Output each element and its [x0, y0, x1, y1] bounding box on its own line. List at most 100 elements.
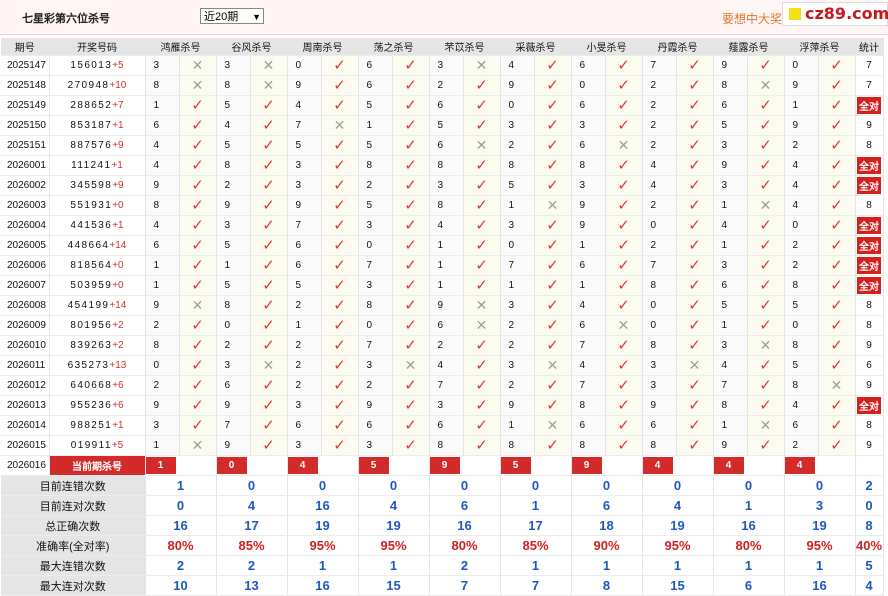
table-row: 2025150 853187+1 6 ✓ 4 ✓ 7 ✕ 1 ✓ 5 ✓ 3 ✓ 3 ✓ 2 ✓ 5 ✓ 9 ✓ 9 — [1, 115, 884, 136]
draw-numbers-cell: 288652+7 — [49, 95, 146, 116]
summary-value: 0 — [855, 495, 884, 516]
kill-result-cell: ✓ — [818, 235, 856, 256]
kill-number-cell: 4 — [145, 215, 180, 236]
check-icon: ✓ — [475, 336, 488, 354]
cross-icon: ✕ — [617, 317, 630, 333]
check-icon: ✓ — [617, 196, 630, 214]
kill-result-cell: ✓ — [250, 115, 288, 136]
summary-row: 最大连对次数 10 13 16 15 7 7 8 15 6 16 4 — [1, 575, 884, 596]
check-icon: ✓ — [617, 416, 630, 434]
kill-number-cell: 5 — [358, 135, 393, 156]
kill-number-cell: 9 — [713, 55, 748, 76]
check-icon: ✓ — [262, 156, 275, 174]
kill-result-cell: ✓ — [534, 315, 572, 336]
kill-result-cell: ✓ — [676, 375, 714, 396]
check-icon: ✓ — [830, 276, 843, 294]
promo-text[interactable]: 要想中大奖 — [722, 10, 782, 27]
kill-number-cell: 3 — [500, 115, 535, 136]
summary-value: 1 — [571, 555, 643, 576]
period-range-select[interactable]: 近20期 ▼ — [200, 8, 264, 24]
check-icon: ✓ — [191, 396, 204, 414]
kill-result-cell: ✓ — [747, 155, 785, 176]
draw-numbers-cell: 640668+6 — [49, 375, 146, 396]
kill-number-cell: 5 — [713, 295, 748, 316]
kill-result-cell: ✓ — [321, 335, 359, 356]
summary-value: 1 — [500, 555, 572, 576]
kill-number-cell: 8 — [429, 195, 464, 216]
kill-number-cell: 3 — [358, 215, 393, 236]
check-icon: ✓ — [404, 176, 417, 194]
kill-number-cell: 9 — [145, 175, 180, 196]
check-icon: ✓ — [546, 336, 559, 354]
site-logo[interactable]: cz89.com — [782, 2, 888, 26]
check-icon: ✓ — [475, 256, 488, 274]
check-icon: ✓ — [830, 356, 843, 374]
summary-value: 95% — [287, 535, 359, 556]
kill-number-cell: 6 — [784, 415, 819, 436]
summary-label: 目前连错次数 — [1, 475, 146, 496]
draw-numbers-cell: 454199+14 — [49, 295, 146, 316]
kill-number-cell: 5 — [287, 135, 322, 156]
column-header: 鸿雁杀号 — [145, 38, 217, 56]
current-kill-number: 9 — [571, 457, 602, 474]
cross-icon: ✕ — [759, 77, 772, 93]
check-icon: ✓ — [262, 296, 275, 314]
check-icon: ✓ — [759, 276, 772, 294]
check-icon: ✓ — [262, 176, 275, 194]
kill-result-cell: ✓ — [676, 315, 714, 336]
summary-value: 2 — [216, 555, 288, 576]
kill-result-cell: ✓ — [818, 115, 856, 136]
kill-result-cell: ✓ — [605, 195, 643, 216]
period-cell: 2025150 — [1, 115, 50, 136]
check-icon: ✓ — [546, 116, 559, 134]
kill-number-cell: 8 — [784, 335, 819, 356]
kill-number-cell: 3 — [500, 295, 535, 316]
kill-result-cell: ✕ — [534, 195, 572, 216]
all-correct-badge: 全对 — [857, 217, 881, 234]
draw-numbers-cell: 635273+13 — [49, 355, 146, 376]
row-stat-value: 7 — [866, 60, 872, 71]
kill-result-cell: ✓ — [179, 155, 217, 176]
draw-numbers-cell: 503959+0 — [49, 275, 146, 296]
kill-result-cell: ✓ — [250, 175, 288, 196]
kill-number-cell: 1 — [713, 235, 748, 256]
check-icon: ✓ — [688, 116, 701, 134]
table-row: 2026015 019911+5 1 ✕ 9 ✓ 3 ✓ 3 ✓ 8 ✓ 8 ✓ 8 ✓ 8 ✓ 9 ✓ 2 ✓ 9 — [1, 435, 884, 456]
check-icon: ✓ — [191, 136, 204, 154]
check-icon: ✓ — [688, 216, 701, 234]
kill-result-cell: ✕ — [747, 195, 785, 216]
current-kill-number: 4 — [642, 457, 673, 474]
check-icon: ✓ — [617, 356, 630, 374]
column-header: 开奖号码 — [49, 38, 146, 56]
kill-result-cell: ✓ — [605, 335, 643, 356]
kill-result-cell: ✓ — [747, 95, 785, 116]
kill-number-cell: 5 — [358, 95, 393, 116]
kill-number-cell: 3 — [429, 175, 464, 196]
table-row: 2026014 988251+1 3 ✓ 7 ✓ 6 ✓ 6 ✓ 6 ✓ 1 ✕ 6 ✓ 6 ✓ 1 ✕ 6 ✓ 8 — [1, 415, 884, 436]
kill-number-cell: 5 — [784, 295, 819, 316]
summary-value: 0 — [571, 475, 643, 496]
kill-number-cell: 3 — [145, 415, 180, 436]
check-icon: ✓ — [688, 136, 701, 154]
check-icon: ✓ — [546, 396, 559, 414]
current-kill-number: 5 — [358, 457, 389, 474]
kill-result-cell: ✓ — [321, 235, 359, 256]
check-icon: ✓ — [333, 196, 346, 214]
kill-number-cell: 0 — [145, 355, 180, 376]
kill-number-cell: 5 — [287, 275, 322, 296]
summary-value: 90% — [571, 535, 643, 556]
kill-result-cell: ✓ — [392, 235, 430, 256]
kill-result-cell: ✓ — [392, 55, 430, 76]
kill-result-cell: ✓ — [676, 155, 714, 176]
kill-number-cell: 1 — [713, 315, 748, 336]
check-icon: ✓ — [830, 196, 843, 214]
check-icon: ✓ — [617, 76, 630, 94]
kill-number-cell: 2 — [358, 375, 393, 396]
kill-number-cell: 8 — [784, 375, 819, 396]
draw-digits: 111241 — [71, 160, 112, 171]
kill-result-cell: ✓ — [250, 275, 288, 296]
cross-icon: ✕ — [475, 317, 488, 333]
kill-result-cell: ✓ — [179, 375, 217, 396]
kill-number-cell: 6 — [571, 315, 606, 336]
check-icon: ✓ — [759, 396, 772, 414]
